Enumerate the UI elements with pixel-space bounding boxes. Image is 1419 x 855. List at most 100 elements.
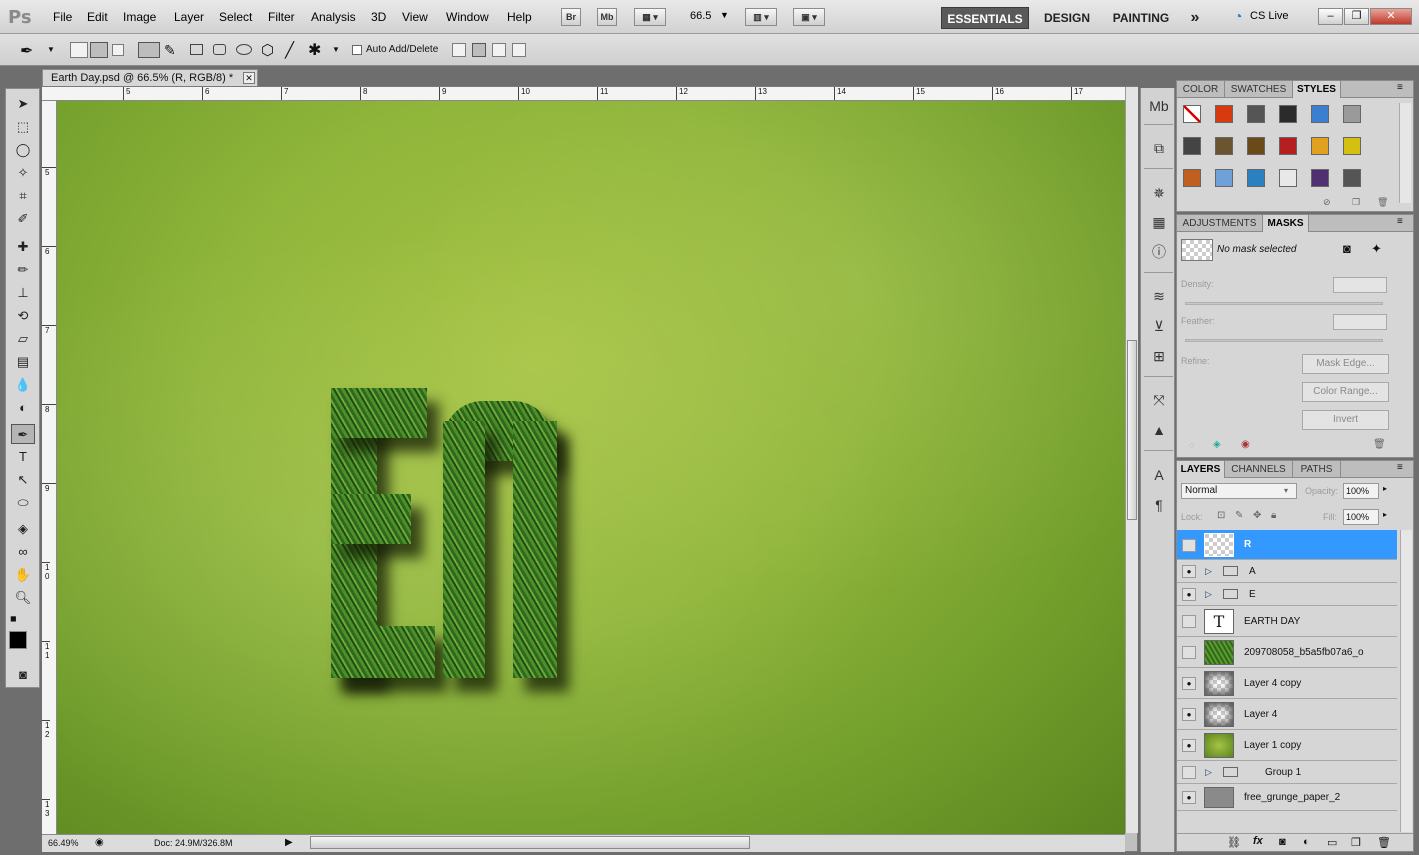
character-panel-icon[interactable]: A bbox=[1148, 465, 1170, 485]
style-swatch[interactable] bbox=[1215, 169, 1233, 187]
expand-triangle-icon[interactable]: ▷ bbox=[1205, 767, 1212, 778]
history-brush-tool-icon[interactable]: ⟲ bbox=[11, 306, 35, 326]
delete-mask-icon[interactable]: 🗑︎ bbox=[1373, 439, 1386, 450]
tab-adjustments[interactable]: ADJUSTMENTS bbox=[1177, 215, 1263, 232]
menu-analysis[interactable]: Analysis bbox=[311, 10, 356, 24]
pixel-mask-icon[interactable]: ◙ bbox=[1343, 241, 1351, 256]
status-menu-arrow-icon[interactable]: ▶ bbox=[285, 837, 293, 848]
quick-select-tool-icon[interactable]: ✧ bbox=[11, 163, 35, 183]
style-swatch[interactable] bbox=[1215, 105, 1233, 123]
workspace-painting[interactable]: PAINTING bbox=[1106, 7, 1176, 29]
add-mask-icon[interactable]: ◙ bbox=[1279, 836, 1286, 848]
panel-menu-icon[interactable]: ≡ bbox=[1397, 462, 1403, 473]
zoom-level-select[interactable]: 66.5 bbox=[690, 10, 711, 22]
freeform-pen-icon[interactable]: ✎ bbox=[164, 42, 176, 59]
delete-layer-icon[interactable]: 🗑︎ bbox=[1377, 836, 1391, 849]
adjustment-layer-icon[interactable]: ◐ bbox=[1303, 836, 1310, 848]
tab-paths[interactable]: PATHS bbox=[1293, 461, 1341, 478]
brush-presets-icon[interactable]: ≋ bbox=[1148, 286, 1170, 306]
workspace-design[interactable]: DESIGN bbox=[1037, 7, 1097, 29]
mask-edge-button[interactable]: Mask Edge... bbox=[1302, 354, 1389, 374]
gradient-tool-icon[interactable]: ▤ bbox=[11, 352, 35, 372]
layer-visibility-eye-icon[interactable]: ● bbox=[1182, 588, 1196, 601]
close-tab-icon[interactable]: ✕ bbox=[243, 72, 255, 84]
shape-chevron-down-icon[interactable]: ▼ bbox=[332, 45, 340, 54]
load-selection-icon[interactable]: ◌ bbox=[1189, 440, 1194, 450]
view-extras-button[interactable]: ▦ ▾ bbox=[634, 8, 666, 26]
mini-bridge-button[interactable]: Mb bbox=[597, 8, 617, 26]
custom-shape-icon[interactable]: ✱ bbox=[308, 40, 321, 60]
clear-style-icon[interactable]: ⊘ bbox=[1323, 197, 1331, 208]
path-selection-tool-icon[interactable]: ↖ bbox=[11, 470, 35, 490]
workspace-essentials[interactable]: ESSENTIALS bbox=[941, 7, 1029, 29]
layer-row[interactable]: ● Layer 1 copy bbox=[1177, 730, 1397, 761]
pen-tool-icon[interactable]: ✒ bbox=[11, 424, 35, 444]
menu-view[interactable]: View bbox=[402, 10, 428, 24]
fill-pixels-icon[interactable] bbox=[112, 44, 124, 56]
tool-presets-icon[interactable]: ⊞ bbox=[1148, 346, 1170, 366]
style-swatch[interactable] bbox=[1215, 137, 1233, 155]
preset-chevron-down-icon[interactable]: ▼ bbox=[47, 45, 55, 54]
menu-edit[interactable]: Edit bbox=[87, 10, 108, 24]
zoom-tool-icon[interactable]: 🔍︎ bbox=[11, 588, 35, 608]
path-subtract-icon[interactable] bbox=[472, 43, 486, 57]
invert-button[interactable]: Invert bbox=[1302, 410, 1389, 430]
tab-masks[interactable]: MASKS bbox=[1263, 215, 1309, 232]
vertical-scroll-thumb[interactable] bbox=[1127, 340, 1137, 520]
panel-menu-icon[interactable]: ≡ bbox=[1397, 82, 1403, 93]
lock-position-icon[interactable]: ✥ bbox=[1253, 510, 1261, 521]
apply-mask-icon[interactable]: ◈ bbox=[1213, 439, 1221, 450]
type-tool-icon[interactable]: T bbox=[11, 447, 35, 467]
layer-visibility-eye-icon[interactable] bbox=[1182, 766, 1196, 779]
style-swatch[interactable] bbox=[1247, 137, 1265, 155]
expand-triangle-icon[interactable]: ▷ bbox=[1205, 589, 1212, 600]
ellipse-tool-icon[interactable]: ⬭ bbox=[11, 493, 35, 513]
styles-scrollbar[interactable] bbox=[1399, 103, 1411, 203]
delete-style-icon[interactable]: 🗑︎ bbox=[1377, 197, 1388, 208]
path-exclude-icon[interactable] bbox=[512, 43, 526, 57]
arrange-documents-button[interactable]: ▥ ▾ bbox=[745, 8, 777, 26]
navigator-panel-icon[interactable]: ✵ bbox=[1148, 183, 1170, 203]
histogram-panel-icon[interactable]: ▦ bbox=[1148, 212, 1170, 232]
layer-visibility-eye-icon[interactable]: ● bbox=[1182, 791, 1196, 804]
auto-add-delete-checkbox[interactable] bbox=[352, 45, 362, 55]
layer-visibility-eye-icon[interactable]: ● bbox=[1182, 565, 1196, 578]
quick-mask-icon[interactable]: ◙ bbox=[11, 665, 35, 685]
blend-mode-select[interactable]: Normal ▾ bbox=[1181, 483, 1297, 499]
shape-layers-icon[interactable] bbox=[70, 42, 88, 58]
document-tab[interactable]: Earth Day.psd @ 66.5% (R, RGB/8) * ✕ bbox=[42, 69, 258, 87]
vector-mask-icon[interactable]: ✦ bbox=[1371, 241, 1382, 257]
style-swatch[interactable] bbox=[1311, 169, 1329, 187]
style-swatch[interactable] bbox=[1311, 105, 1329, 123]
actions-panel-icon[interactable]: ⤧ bbox=[1148, 390, 1170, 410]
paths-mode-icon[interactable] bbox=[90, 42, 108, 58]
layer-visibility-eye-icon[interactable]: ● bbox=[1182, 739, 1196, 752]
tab-color[interactable]: COLOR bbox=[1177, 81, 1225, 98]
horizontal-scroll-thumb[interactable] bbox=[310, 836, 750, 849]
3d-rotate-tool-icon[interactable]: ◈ bbox=[11, 519, 35, 539]
restore-button[interactable]: ❐ bbox=[1344, 8, 1369, 25]
chevron-down-icon[interactable]: ▼ bbox=[720, 10, 729, 20]
style-swatch[interactable] bbox=[1343, 137, 1361, 155]
marquee-tool-icon[interactable]: ⬚ bbox=[11, 117, 35, 137]
path-intersect-icon[interactable] bbox=[492, 43, 506, 57]
fill-arrow-icon[interactable]: ▸ bbox=[1383, 510, 1387, 519]
color-range-button[interactable]: Color Range... bbox=[1302, 382, 1389, 402]
cs-live-menu[interactable]: CS Live bbox=[1250, 10, 1289, 22]
layer-visibility-eye-icon[interactable]: ● bbox=[1182, 708, 1196, 721]
3d-panel-icon[interactable]: ▲ bbox=[1148, 420, 1170, 440]
density-field[interactable] bbox=[1333, 277, 1387, 293]
density-slider[interactable] bbox=[1185, 302, 1383, 305]
paragraph-panel-icon[interactable]: ¶ bbox=[1148, 495, 1170, 515]
feather-field[interactable] bbox=[1333, 314, 1387, 330]
path-add-icon[interactable] bbox=[452, 43, 466, 57]
layer-row[interactable]: 209708058_b5a5fb07a6_o bbox=[1177, 637, 1397, 668]
style-swatch[interactable] bbox=[1311, 137, 1329, 155]
layer-row[interactable]: ● Layer 4 bbox=[1177, 699, 1397, 730]
style-swatch[interactable] bbox=[1183, 137, 1201, 155]
menu-window[interactable]: Window bbox=[446, 10, 489, 24]
style-swatch[interactable] bbox=[1343, 169, 1361, 187]
menu-file[interactable]: File bbox=[53, 10, 72, 24]
blur-tool-icon[interactable]: 💧 bbox=[11, 375, 35, 395]
lasso-tool-icon[interactable]: ◯ bbox=[11, 140, 35, 160]
